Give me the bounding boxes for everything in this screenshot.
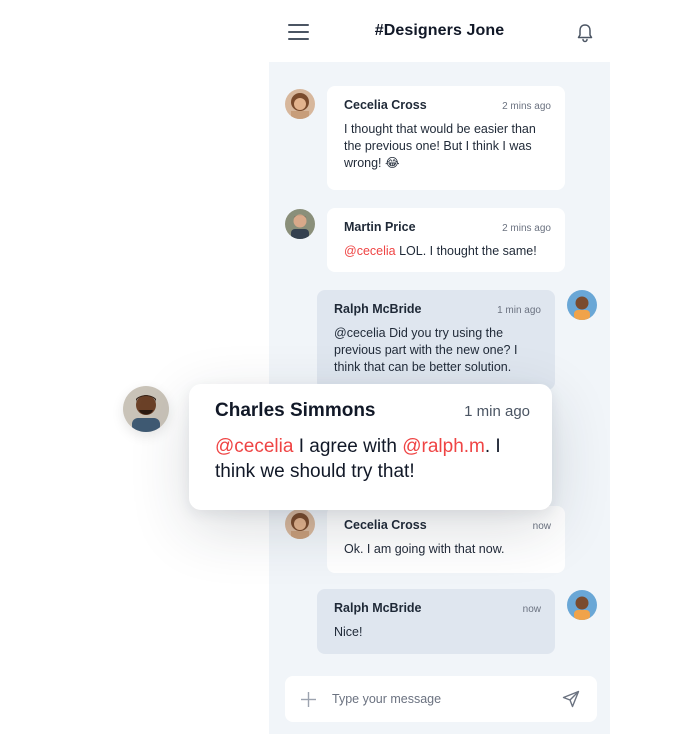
mention-link[interactable]: @cecelia: [344, 244, 396, 258]
message-sender: Martin Price: [344, 220, 416, 234]
message-composer: [285, 676, 597, 722]
featured-sender: Charles Simmons: [215, 400, 376, 421]
message-sender: Ralph McBride: [334, 601, 422, 615]
avatar-ralph[interactable]: [567, 590, 597, 620]
message-time: 2 mins ago: [502, 223, 551, 234]
message-sender: Ralph McBride: [334, 302, 422, 316]
mention-link[interactable]: @cecelia: [215, 436, 293, 457]
avatar-charles[interactable]: [123, 386, 169, 432]
avatar-cecelia[interactable]: [285, 89, 315, 119]
message-bubble: Cecelia Cross now Ok. I am going with th…: [327, 506, 565, 573]
message-time: 2 mins ago: [502, 101, 551, 112]
message-time: now: [522, 604, 541, 615]
message-text: Nice!: [334, 625, 363, 639]
message-text: @cecelia LOL. I thought the same!: [344, 244, 537, 258]
message-bubble: Cecelia Cross 2 mins ago I thought that …: [327, 86, 565, 190]
channel-title: #Designers Jone: [374, 22, 505, 39]
featured-message-card: Charles Simmons 1 min ago @cecelia I agr…: [189, 384, 552, 510]
message-text: @cecelia Did you try using the previous …: [334, 326, 518, 374]
message-bubble: Martin Price 2 mins ago @cecelia LOL. I …: [327, 208, 565, 272]
send-icon[interactable]: [562, 690, 580, 708]
avatar-cecelia[interactable]: [285, 509, 315, 539]
message-bubble-own: Ralph McBride now Nice!: [317, 589, 555, 654]
mention-link[interactable]: @ralph.m: [402, 436, 485, 457]
message-sender: Cecelia Cross: [344, 518, 427, 532]
menu-icon[interactable]: [288, 24, 309, 40]
message-input[interactable]: [332, 689, 542, 709]
message-sender: Cecelia Cross: [344, 98, 427, 112]
message-time: now: [532, 521, 551, 532]
avatar-ralph[interactable]: [567, 290, 597, 320]
message-text: I thought that would be easier than the …: [344, 122, 536, 170]
message-time: 1 min ago: [497, 305, 541, 316]
avatar-martin[interactable]: [285, 209, 315, 239]
chat-header: #Designers Jone: [269, 0, 610, 62]
bell-icon[interactable]: [576, 23, 594, 43]
message-text: Ok. I am going with that now.: [344, 542, 505, 556]
featured-time: 1 min ago: [464, 403, 530, 420]
message-bubble-own: Ralph McBride 1 min ago @cecelia Did you…: [317, 290, 555, 390]
featured-text: @cecelia I agree with @ralph.m. I think …: [215, 436, 501, 482]
plus-icon[interactable]: [301, 692, 316, 707]
